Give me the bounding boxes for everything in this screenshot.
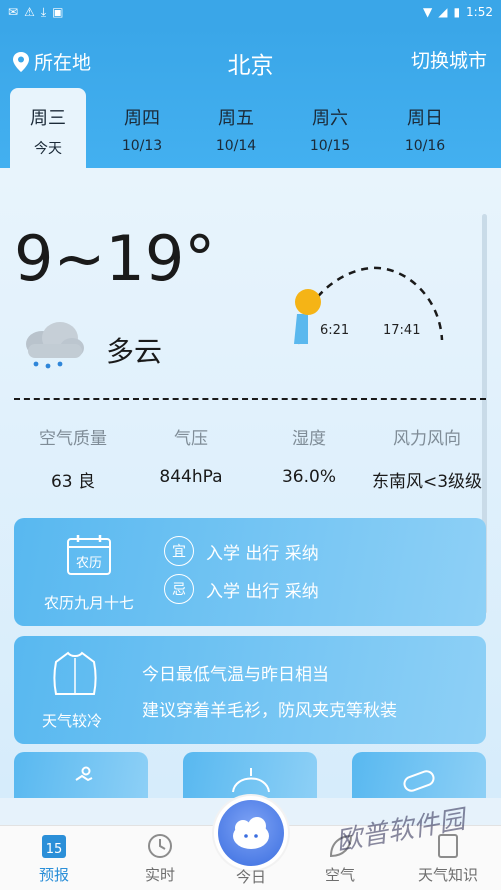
signal-icon: ◢ (438, 5, 448, 19)
warning-icon: ⚠ (24, 5, 35, 19)
dressing-card[interactable]: 天气较冷 今日最低气温与昨日相当 建议穿着羊毛衫，防风夹克等秋装 (14, 636, 486, 744)
battery-icon: ▮ (453, 5, 461, 19)
tab-day-name: 周日 (407, 108, 443, 129)
nav-forecast[interactable]: 15 预报 (4, 826, 104, 885)
tab-day-date: 10/16 (404, 138, 446, 154)
stat-value: 36.0% (281, 467, 336, 487)
stat-value: 东南风<3级级 (371, 472, 483, 492)
ji-badge: 忌 (164, 574, 194, 604)
calendar-icon-text: 农历 (75, 556, 102, 571)
tab-day-name: 周六 (312, 108, 348, 129)
dashed-divider (14, 398, 486, 400)
sunrise-time: 6:21 (320, 323, 350, 338)
dress-line-2: 建议穿着羊毛衫，防风夹克等秋装 (142, 701, 397, 721)
nav-label: 实时 (144, 866, 175, 884)
almanac-card[interactable]: 农历 农历九月十七 宜 入学 出行 采纳 忌 入学 出行 采纳 (14, 518, 486, 626)
day-tabs: 周三 今天 周四 10/13 周五 10/14 周六 10/15 周日 10/1… (0, 88, 501, 168)
calendar-icon-number: 15 (46, 842, 63, 857)
city-title: 北京 (227, 53, 274, 79)
stat-label: 风力风向 (393, 429, 461, 449)
header: 所在地 北京 切换城市 周三 今天 周四 10/13 周五 10/14 周六 1… (0, 24, 501, 168)
app-notification-icon: ▣ (52, 5, 64, 19)
stat-air-quality: 空气质量 63 良 (8, 424, 138, 492)
tab-day-date: 10/15 (309, 138, 351, 154)
stat-value: 844hPa (159, 467, 223, 487)
download-icon: ⤓ (40, 5, 47, 19)
nav-today-label: 今日 (235, 868, 266, 886)
tab-day-name: 周五 (218, 108, 254, 129)
today-fab-button[interactable] (214, 796, 288, 870)
more-cards (0, 752, 501, 798)
stat-label: 气压 (174, 429, 208, 449)
switch-city-button[interactable]: 切换城市 (411, 46, 487, 73)
sport-card[interactable] (14, 752, 148, 798)
stat-value: 63 良 (50, 472, 96, 492)
cloudy-rain-icon (26, 322, 84, 369)
wifi-icon: ▼ (422, 5, 433, 19)
runner-icon (75, 766, 93, 782)
tab-day-3[interactable]: 周六 10/15 (292, 88, 368, 168)
stat-humidity: 湿度 36.0% (244, 424, 374, 487)
tab-day-name: 周四 (124, 108, 160, 129)
temperature-range: 9~19° (14, 222, 216, 295)
status-bar: ✉ ⚠ ⤓ ▣ ▼ ◢ ▮ 1:52 (0, 0, 501, 24)
nav-label: 天气知识 (417, 866, 478, 884)
cloud-mascot-icon (218, 800, 284, 866)
main-content[interactable]: 9~19° 多云 6:21 17:41 空气质量 63 良 气压 844hPa … (0, 168, 501, 798)
clock-icon (148, 834, 172, 858)
sun-arc-icon (294, 266, 444, 345)
yi-badge: 宜 (164, 536, 194, 566)
carwash-card[interactable] (183, 752, 317, 798)
calendar-15-icon: 15 (42, 835, 66, 858)
tab-day-date: 今天 (34, 141, 62, 157)
weather-condition: 多云 (106, 335, 163, 368)
location-pin-icon (13, 51, 29, 72)
ji-row: 忌 入学 出行 采纳 (164, 574, 319, 604)
nav-label: 预报 (38, 866, 69, 884)
lunar-date: 农历九月十七 (43, 594, 134, 612)
message-icon: ✉ (8, 5, 19, 19)
tab-day-name: 周三 (30, 108, 66, 129)
tab-day-date: 10/13 (121, 138, 163, 154)
umbrella-icon (232, 768, 270, 793)
tab-day-2[interactable]: 周五 10/14 (198, 88, 274, 168)
pill-icon (403, 770, 435, 792)
dress-level: 天气较冷 (41, 712, 102, 730)
nav-realtime[interactable]: 实时 (110, 826, 210, 885)
stat-label: 空气质量 (39, 429, 107, 449)
tab-day-0[interactable]: 周三 今天 (10, 88, 86, 168)
health-card[interactable] (352, 752, 486, 798)
yi-row: 宜 入学 出行 采纳 (164, 536, 319, 566)
ji-items: 入学 出行 采纳 (206, 581, 319, 602)
location-label: 所在地 (34, 52, 92, 74)
yi-items: 入学 出行 采纳 (206, 543, 319, 564)
location-button[interactable]: 所在地 (12, 48, 91, 75)
sunset-time: 17:41 (383, 323, 421, 338)
stat-wind: 风力风向 东南风<3级级 (362, 424, 492, 492)
tab-day-4[interactable]: 周日 10/16 (387, 88, 463, 168)
nav-label: 空气 (324, 866, 355, 884)
status-time: 1:52 (466, 5, 493, 19)
stat-pressure: 气压 844hPa (126, 424, 256, 487)
tab-day-1[interactable]: 周四 10/13 (104, 88, 180, 168)
tab-day-date: 10/14 (215, 138, 257, 154)
jacket-icon (53, 651, 97, 695)
stat-label: 湿度 (292, 429, 326, 449)
dress-line-1: 今日最低气温与昨日相当 (142, 665, 329, 685)
